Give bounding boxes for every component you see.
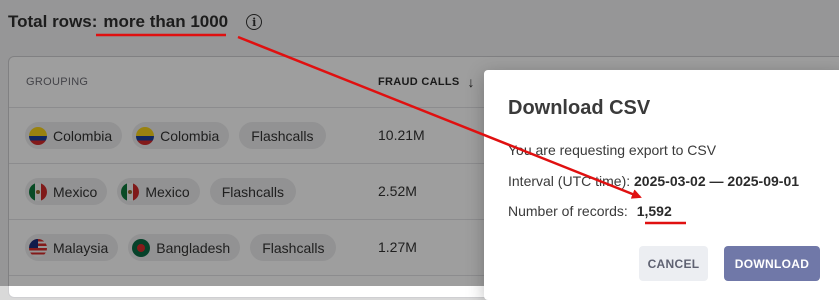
annotation-arrow (237, 35, 642, 199)
annotation-overlay (96, 33, 686, 225)
